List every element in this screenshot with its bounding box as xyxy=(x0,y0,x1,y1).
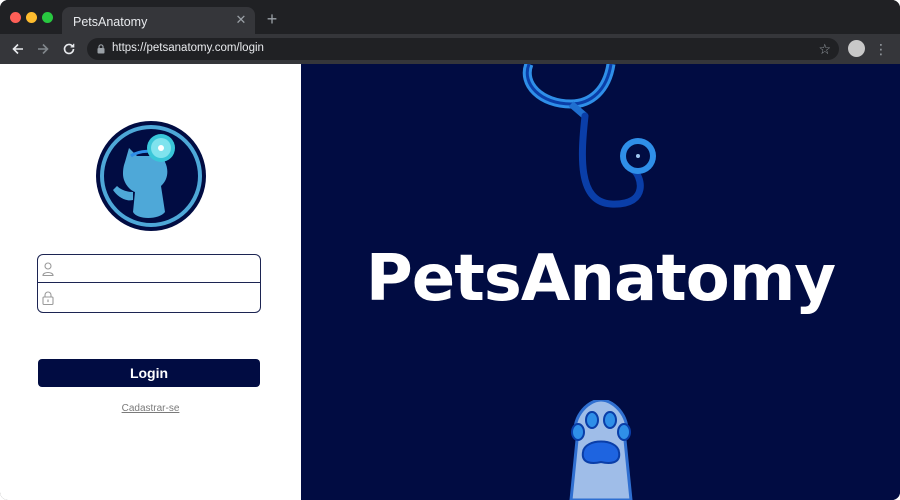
tab-strip: PetsAnatomy ✕ + xyxy=(0,0,900,34)
login-form xyxy=(37,254,261,313)
user-icon xyxy=(42,262,54,276)
arrow-right-icon[interactable] xyxy=(33,39,53,59)
lock-icon xyxy=(97,44,105,54)
vet-cat-logo xyxy=(96,121,206,231)
username-input[interactable] xyxy=(60,258,256,280)
profile-avatar[interactable] xyxy=(848,40,865,57)
address-bar[interactable]: https://petsanatomy.com/login ☆ xyxy=(87,38,839,60)
hero-panel: PetsAnatomy xyxy=(301,64,900,500)
brand-title: PetsAnatomy xyxy=(365,242,836,316)
close-icon[interactable]: ✕ xyxy=(233,12,249,28)
login-panel: Login Cadastrar-se xyxy=(0,64,301,500)
login-button[interactable]: Login xyxy=(38,359,260,387)
star-icon[interactable]: ☆ xyxy=(818,40,831,58)
minimize-window-button[interactable] xyxy=(26,12,37,23)
browser-toolbar: https://petsanatomy.com/login ☆ xyxy=(0,34,900,64)
password-input[interactable] xyxy=(60,287,256,309)
username-field xyxy=(38,255,260,283)
plus-icon[interactable]: + xyxy=(262,9,282,29)
arrow-left-icon[interactable] xyxy=(8,39,28,59)
page-content: Login Cadastrar-se PetsAnatomy xyxy=(0,64,900,500)
close-window-button[interactable] xyxy=(10,12,21,23)
browser-window: PetsAnatomy ✕ + https://petsanatomy.com/… xyxy=(0,0,900,500)
browser-tab[interactable]: PetsAnatomy ✕ xyxy=(62,7,255,34)
maximize-window-button[interactable] xyxy=(42,12,53,23)
kebab-menu-icon[interactable]: ⋮ xyxy=(874,39,888,59)
tab-title: PetsAnatomy xyxy=(73,15,148,29)
stethoscope-icon xyxy=(522,64,656,208)
signup-link[interactable]: Cadastrar-se xyxy=(0,403,301,414)
lock-icon xyxy=(42,291,54,305)
reload-icon[interactable] xyxy=(59,39,79,59)
password-field xyxy=(38,284,260,312)
url-text: https://petsanatomy.com/login xyxy=(112,42,264,54)
paw-icon xyxy=(569,400,633,500)
